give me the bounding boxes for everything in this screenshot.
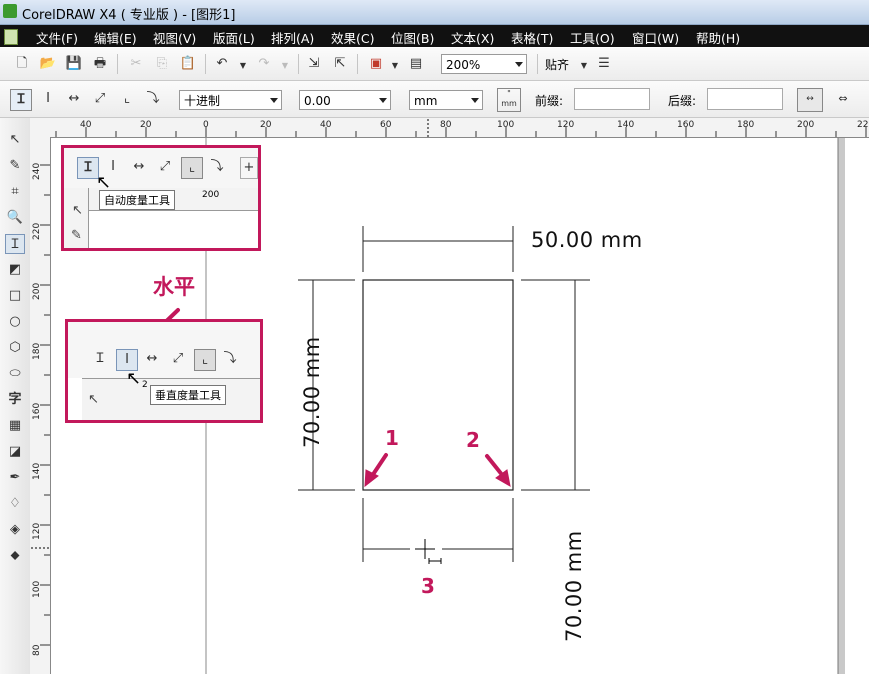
segment-dimension-tool-icon[interactable]: ⌞ (181, 157, 203, 179)
inset-auto-dimension-tool: Ｉ I ↔ ⤢ ⌞ ⤵ + 200 ↖ ✎ 自动度量工具 ↖ (61, 145, 261, 251)
annotation-horizontal-label: 水平 (153, 275, 195, 299)
pick-tool-icon[interactable]: ↖ (88, 392, 99, 407)
slanted-dimension-tool-icon[interactable]: ⤢ (155, 157, 175, 177)
tooltip: 垂直度量工具 (150, 385, 226, 405)
ruler-tick-label: 200 (202, 190, 220, 200)
horizontal-dimension-tool-icon[interactable]: ↔ (129, 157, 149, 177)
tooltip: 自动度量工具 (99, 190, 175, 210)
angular-dimension-tool-icon[interactable]: ⤵ (220, 349, 240, 369)
mouse-pointer-icon: ↖ (96, 172, 112, 193)
dimension-label-top[interactable]: 50.00 mm (531, 228, 643, 252)
annotation-marker-3: 3 (421, 574, 435, 598)
dimension-bottom-preview (362, 498, 514, 562)
inset-vertical-dimension-tool: Ｉ I ↔ ⤢ ⌞ ⤵ 2 ↖ 垂直度量工具 ↖ (65, 319, 263, 423)
pick-tool-icon[interactable]: ↖ (72, 203, 83, 218)
more-tools-icon[interactable]: + (240, 157, 258, 179)
segment-dimension-tool-icon[interactable]: ⌞ (194, 349, 216, 371)
annotation-marker-2: 2 (466, 428, 480, 452)
dimension-label-right[interactable]: 70.00 mm (562, 530, 586, 642)
dimension-cursor-icon (428, 558, 442, 564)
auto-dimension-tool-icon[interactable]: Ｉ (90, 349, 110, 369)
crosshair-cursor-icon (415, 539, 435, 559)
horizontal-dimension-tool-icon[interactable]: ↔ (142, 349, 162, 369)
annotation-marker-1: 1 (385, 426, 399, 450)
dimension-right (521, 279, 590, 491)
dimension-top (362, 226, 514, 272)
dimension-label-left[interactable]: 70.00 mm (300, 336, 324, 448)
mouse-pointer-icon: ↖ (126, 368, 142, 389)
angular-dimension-tool-icon[interactable]: ⤵ (207, 157, 227, 177)
slanted-dimension-tool-icon[interactable]: ⤢ (168, 349, 188, 369)
shape-tool-icon[interactable]: ✎ (71, 228, 82, 243)
ruler-tick-label: 2 (142, 380, 148, 390)
